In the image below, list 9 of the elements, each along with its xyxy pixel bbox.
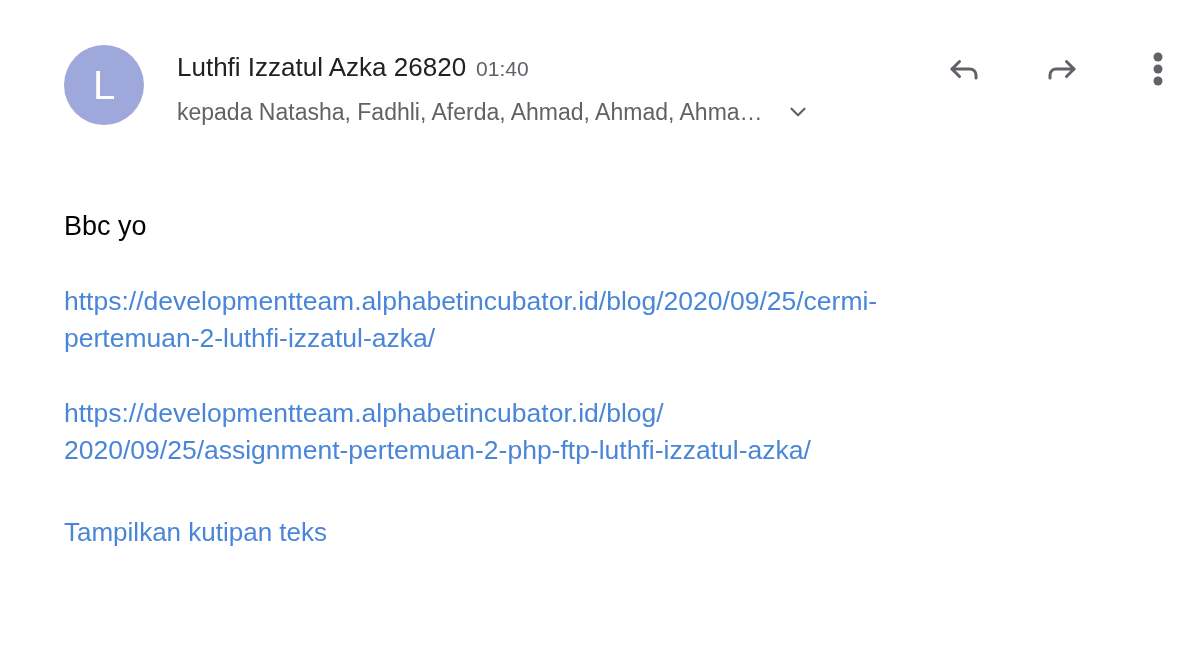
sender-name: Luthfi Izzatul Azka 26820 <box>177 51 467 84</box>
link[interactable]: https://developmentteam.alphabetincubator.id/blog/2020/09/25/cermi- pertemuan-2-luthfi-izzatul-azka/ <box>64 282 878 357</box>
more-icon <box>1153 52 1163 86</box>
message-text: Bbc yo <box>64 209 148 243</box>
show-quoted-text-link[interactable]: Tampilkan kutipan teks <box>64 513 328 551</box>
time: 01:40 <box>476 56 529 82</box>
link[interactable]: https://developmentteam.alphabetincubator.id/blog/ 2020/09/25/assignment-pertemuan-2-php-ftp-luthfi-izzatul-azka/ <box>64 394 811 469</box>
avatar: L <box>64 45 144 125</box>
recipients: kepada Natasha, Fadhli, Aferda, Ahmad, Ahmad, Ahma… <box>177 98 763 127</box>
